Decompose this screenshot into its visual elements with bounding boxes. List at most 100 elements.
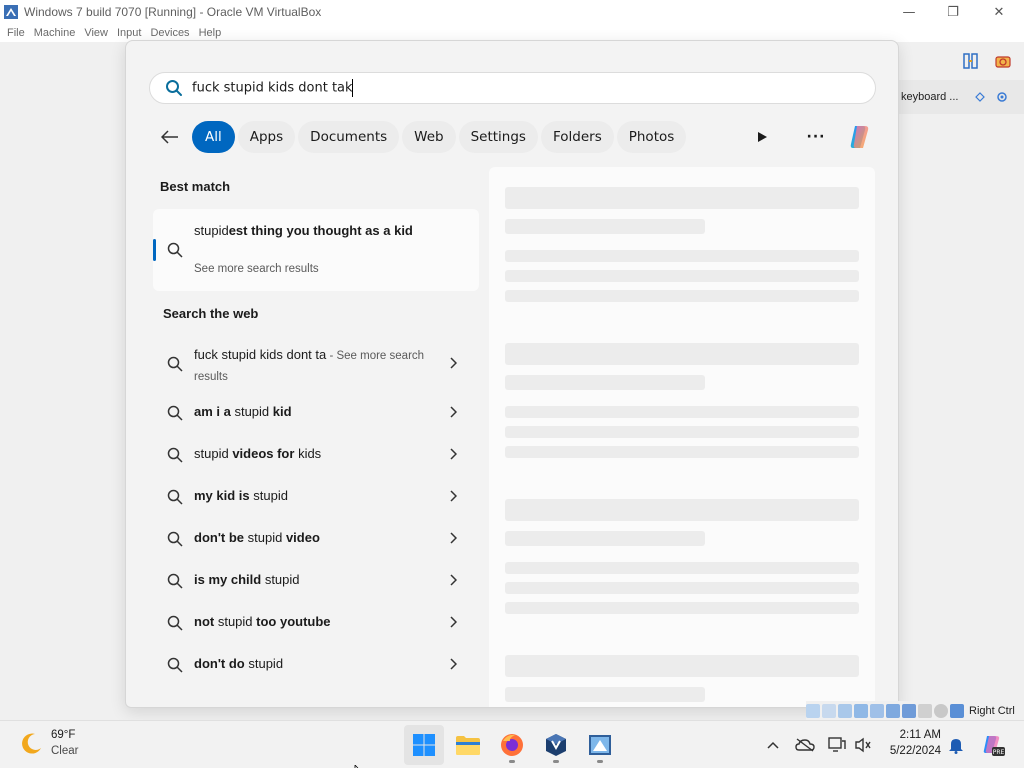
copilot-icon[interactable]: [844, 121, 876, 153]
minimize-button[interactable]: —: [886, 0, 932, 24]
firefox-button[interactable]: [492, 725, 532, 765]
web-suggestion-text: don't be stupid video: [194, 530, 320, 545]
menu-view[interactable]: View: [80, 27, 113, 39]
settings-small-icon[interactable]: [996, 88, 1008, 107]
web-suggestion-row[interactable]: am i a stupid kid: [153, 395, 479, 431]
filter-documents[interactable]: Documents: [298, 121, 400, 153]
network-icon[interactable]: [854, 703, 868, 718]
usb-icon[interactable]: [870, 703, 884, 718]
more-options-button[interactable]: ···: [802, 123, 830, 151]
cpu-icon[interactable]: [934, 703, 948, 718]
vm-titlebar: Windows 7 build 7070 [Running] - Oracle …: [0, 0, 1024, 24]
skeleton-block: [505, 426, 859, 438]
web-suggestion-part: don't do: [194, 656, 249, 671]
chevron-right-icon: [446, 657, 460, 671]
toolbox-icon[interactable]: [994, 52, 1012, 74]
web-suggestion-part: kid: [272, 404, 292, 419]
web-suggestion-row[interactable]: stupid videos for kids: [153, 437, 479, 473]
web-suggestion-part: videos for: [232, 446, 299, 461]
web-suggestion-part: is my child: [194, 572, 265, 587]
filter-web[interactable]: Web: [402, 121, 456, 153]
web-suggestion-part: stupid: [248, 656, 284, 671]
web-result-query: fuck stupid kids dont ta: [194, 347, 327, 362]
vm-window-button[interactable]: [580, 725, 620, 765]
display-network-icon[interactable]: [826, 734, 848, 756]
search-icon: [166, 404, 184, 422]
play-icon[interactable]: [748, 123, 776, 151]
back-arrow-icon[interactable]: [156, 123, 184, 151]
menu-help[interactable]: Help: [195, 27, 227, 39]
best-match-subtitle: See more search results: [194, 263, 319, 275]
notification-bell-icon[interactable]: [945, 734, 967, 756]
chevron-up-icon[interactable]: [762, 734, 784, 756]
copilot-pre-icon[interactable]: PRE: [978, 734, 1006, 756]
filter-settings[interactable]: Settings: [458, 121, 538, 153]
pin-icon[interactable]: [974, 88, 986, 107]
search-input[interactable]: fuck stupid kids dont tak: [192, 79, 792, 97]
web-suggestion-row[interactable]: my kid is stupid: [153, 479, 479, 515]
web-suggestion-row[interactable]: don't be stupid video: [153, 521, 479, 557]
search-flyout: fuck stupid kids dont tak All Apps Docum…: [125, 40, 899, 708]
chevron-right-icon: [446, 405, 460, 419]
best-match-title: stupidest thing you thought as a kid: [194, 221, 424, 241]
menu-file[interactable]: File: [4, 27, 30, 39]
file-explorer-button[interactable]: [448, 725, 488, 765]
web-suggestion-row[interactable]: don't do stupid: [153, 647, 479, 683]
skeleton-block: [505, 187, 859, 209]
web-suggestion-row[interactable]: is my child stupid: [153, 563, 479, 599]
skeleton-block: [505, 375, 705, 390]
search-the-web-heading: Search the web: [163, 306, 259, 321]
chevron-right-icon: [446, 489, 460, 503]
host-key-label: Right Ctrl: [969, 704, 1015, 717]
menu-devices[interactable]: Devices: [146, 27, 194, 39]
clock-date[interactable]: 5/22/2024: [880, 745, 941, 757]
svg-text:PRE: PRE: [993, 749, 1005, 756]
network-adapter-icon[interactable]: [962, 52, 980, 74]
running-indicator: [509, 760, 515, 763]
filter-photos[interactable]: Photos: [616, 121, 687, 153]
web-suggestion-part: stupid: [247, 530, 286, 545]
optical-drive-icon[interactable]: [822, 703, 836, 718]
display-icon[interactable]: [902, 703, 916, 718]
moon-icon[interactable]: [18, 731, 44, 757]
audio-icon[interactable]: [838, 703, 852, 718]
close-button[interactable]: ✕: [976, 0, 1022, 24]
guest-toolbar: [962, 52, 1012, 74]
virtualbox-button[interactable]: [536, 725, 576, 765]
mouse-integration-icon[interactable]: [950, 703, 964, 718]
onedrive-offline-icon[interactable]: [794, 734, 816, 756]
skeleton-block: [505, 343, 859, 365]
chevron-right-icon: [446, 356, 460, 370]
recording-icon[interactable]: [918, 703, 932, 718]
volume-muted-icon[interactable]: [852, 734, 874, 756]
filter-all[interactable]: All: [192, 121, 235, 153]
web-suggestion-text: is my child stupid: [194, 572, 300, 587]
chevron-right-icon: [446, 615, 460, 629]
skeleton-block: [505, 270, 859, 282]
menu-input[interactable]: Input: [113, 27, 146, 39]
web-result-row[interactable]: fuck stupid kids dont ta - See more sear…: [153, 345, 479, 391]
chevron-right-icon: [446, 531, 460, 545]
vm-statusbar: Right Ctrl: [806, 701, 1024, 720]
filter-apps[interactable]: Apps: [237, 121, 296, 153]
web-suggestion-row[interactable]: not stupid too youtube: [153, 605, 479, 641]
web-suggestion-part: stupid: [234, 404, 273, 419]
skeleton-block: [505, 562, 859, 574]
clock-time[interactable]: 2:11 AM: [895, 729, 941, 741]
menu-machine[interactable]: Machine: [30, 27, 81, 39]
web-suggestion-part: am i a: [194, 404, 235, 419]
filter-folders[interactable]: Folders: [540, 121, 614, 153]
maximize-button[interactable]: ❐: [930, 0, 976, 24]
web-suggestion-part: don't be: [194, 530, 248, 545]
weather-condition[interactable]: Clear: [51, 745, 78, 757]
search-icon: [164, 78, 184, 98]
web-suggestion-text: don't do stupid: [194, 656, 283, 671]
search-box[interactable]: fuck stupid kids dont tak: [149, 72, 876, 104]
shared-folders-icon[interactable]: [886, 703, 900, 718]
start-button[interactable]: [404, 725, 444, 765]
best-match-result[interactable]: stupidest thing you thought as a kid See…: [153, 209, 479, 291]
hard-disk-icon[interactable]: [806, 703, 820, 718]
search-icon: [166, 614, 184, 632]
weather-temperature[interactable]: 69°F: [51, 729, 75, 741]
web-suggestion-part: stupid: [253, 488, 288, 503]
